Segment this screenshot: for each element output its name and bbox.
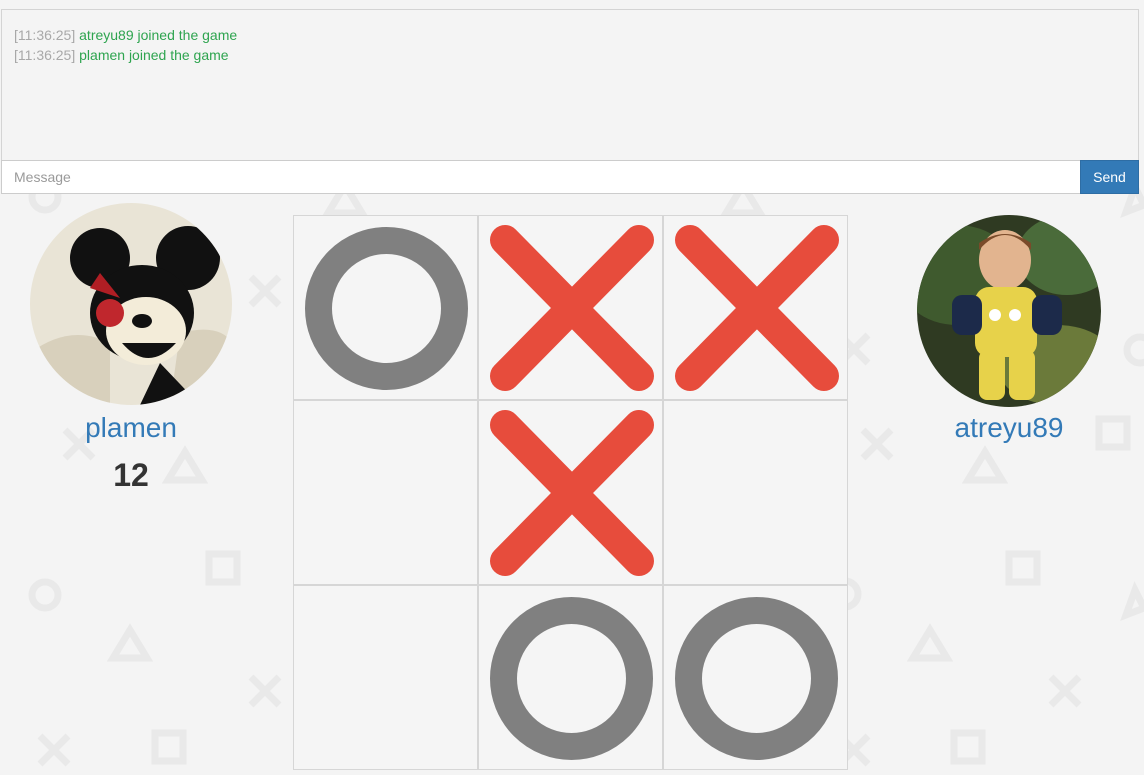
chat-message: [11:36:25] atreyu89 joined the game — [14, 25, 237, 45]
chat-timestamp: [11:36:25] — [14, 27, 76, 43]
player-right-avatar — [917, 215, 1101, 407]
send-button[interactable]: Send — [1080, 160, 1139, 194]
board-cell-1-3[interactable] — [663, 215, 848, 400]
o-mark-icon — [490, 597, 653, 760]
board-cell-3-1[interactable] — [293, 585, 478, 770]
board-cell-1-1[interactable] — [293, 215, 478, 400]
player-left-score: 12 — [113, 457, 149, 493]
board-cell-3-2[interactable] — [478, 585, 663, 770]
o-mark-icon — [305, 227, 468, 390]
chat-text: atreyu89 joined the game — [79, 27, 238, 43]
x-mark-icon — [490, 410, 654, 576]
board-cell-2-3[interactable] — [663, 400, 848, 585]
board-cell-3-3[interactable] — [663, 585, 848, 770]
board-cell-2-1[interactable] — [293, 400, 478, 585]
chat-text: plamen joined the game — [79, 47, 229, 63]
message-input[interactable] — [1, 160, 1081, 194]
board-cell-1-2[interactable] — [478, 215, 663, 400]
chat-timestamp: [11:36:25] — [14, 47, 76, 63]
x-mark-icon — [675, 225, 839, 391]
player-left-avatar — [30, 203, 232, 405]
player-right-name: atreyu89 — [954, 412, 1064, 443]
player-left-name: plamen — [85, 412, 177, 443]
game-board — [293, 215, 848, 775]
o-mark-icon — [675, 597, 838, 760]
board-cell-2-2[interactable] — [478, 400, 663, 585]
x-mark-icon — [490, 225, 654, 391]
chat-log: [11:36:25] atreyu89 joined the game [11:… — [1, 9, 1139, 161]
chat-message: [11:36:25] plamen joined the game — [14, 45, 229, 65]
